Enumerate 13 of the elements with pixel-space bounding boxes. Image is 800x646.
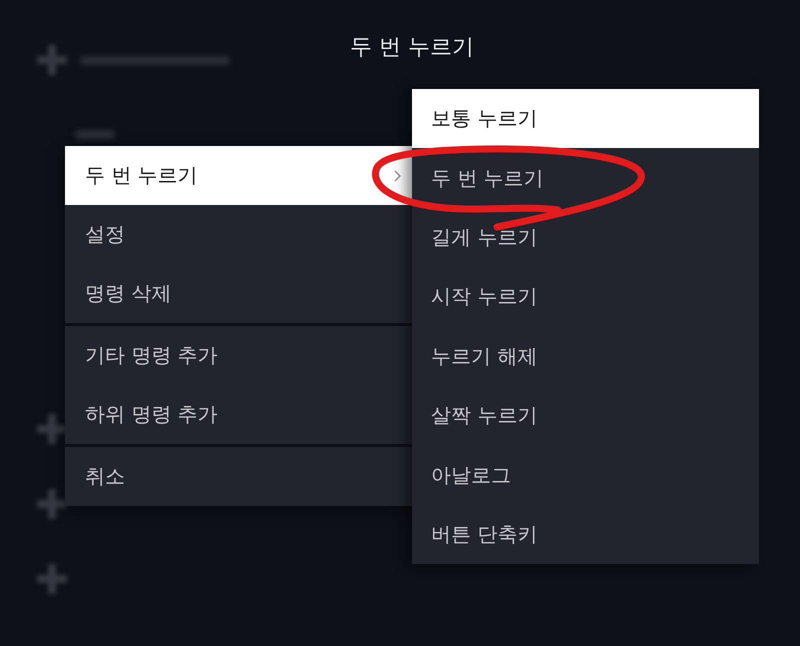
blurred-text-drawing	[75, 130, 115, 139]
submenu-item[interactable]: 길게 누르기	[412, 208, 759, 268]
dpad-icon	[37, 414, 67, 444]
dpad-icon	[37, 489, 67, 519]
submenu-item[interactable]: 시작 누르기	[412, 267, 759, 327]
dpad-icon	[37, 564, 67, 594]
dpad-icon	[37, 45, 67, 75]
submenu-item[interactable]: 누르기 해제	[412, 326, 759, 386]
submenu-item[interactable]: 버튼 단축키	[412, 504, 759, 564]
submenu-item[interactable]: 살짝 누르기	[412, 386, 759, 446]
screen-title: 두 번 누르기	[350, 34, 474, 62]
submenu-item[interactable]: 보통 누르기	[412, 89, 759, 148]
submenu-item[interactable]: 아날로그	[412, 445, 759, 505]
